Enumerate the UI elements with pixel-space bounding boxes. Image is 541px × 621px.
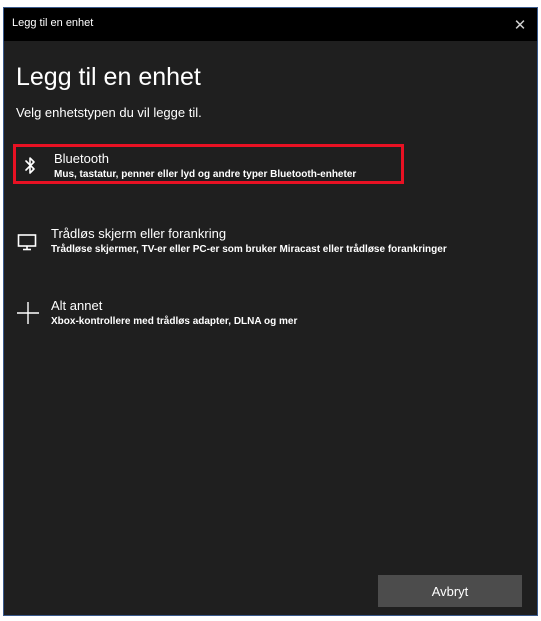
option-everything-else-description: Xbox-kontrollere med trådløs adapter, DL… xyxy=(51,316,298,327)
option-everything-else[interactable]: Alt annet Xbox-kontrollere med trådløs a… xyxy=(13,294,373,334)
bluetooth-icon xyxy=(20,155,40,177)
page-title: Legg til en enhet xyxy=(16,63,201,91)
title-bar: Legg til en enhet ✕ xyxy=(4,8,537,41)
cancel-button[interactable]: Avbryt xyxy=(378,575,522,607)
option-bluetooth-title: Bluetooth xyxy=(54,151,109,166)
close-icon: ✕ xyxy=(513,16,527,34)
page-subtitle: Velg enhetstypen du vil legge til. xyxy=(16,105,202,120)
plus-icon xyxy=(17,300,39,326)
option-wireless-display-title: Trådløs skjerm eller forankring xyxy=(51,226,227,241)
option-everything-else-title: Alt annet xyxy=(51,298,103,313)
option-wireless-display-description: Trådløse skjermer, TV-er eller PC-er som… xyxy=(51,244,447,255)
close-button[interactable]: ✕ xyxy=(503,8,537,41)
monitor-icon xyxy=(17,230,37,252)
window-title: Legg til en enhet xyxy=(12,17,94,29)
add-device-dialog: Legg til en enhet ✕ Legg til en enhet Ve… xyxy=(3,7,538,616)
option-bluetooth-description: Mus, tastatur, penner eller lyd og andre… xyxy=(54,169,357,180)
option-wireless-display[interactable]: Trådløs skjerm eller forankring Trådløse… xyxy=(13,222,528,262)
option-bluetooth[interactable]: Bluetooth Mus, tastatur, penner eller ly… xyxy=(13,144,404,184)
